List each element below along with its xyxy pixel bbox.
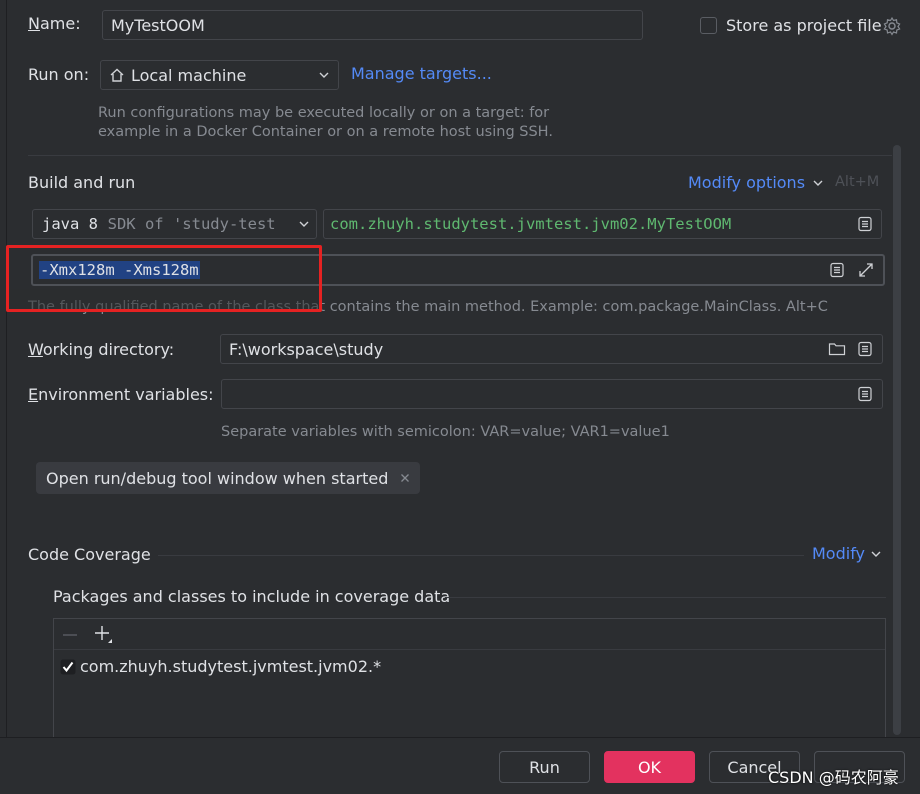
store-label: Store as project file <box>726 16 882 35</box>
highlight-overlay <box>9 289 319 309</box>
chevron-down-icon <box>813 180 823 186</box>
chevron-down-icon <box>871 551 881 557</box>
modify-options-label: Modify options <box>688 173 806 192</box>
run-hint-line-1: Run configurations may be executed local… <box>98 105 550 121</box>
coverage-modify-button[interactable]: Modify <box>812 544 882 563</box>
run-on-value: Local machine <box>131 65 247 85</box>
sdk-module-name: SDK of 'study-test <box>107 215 276 233</box>
modify-options-shortcut: Alt+M <box>835 174 880 190</box>
name-input-value: MyTestOOM <box>111 15 205 35</box>
chip-label: Open run/debug tool window when started <box>46 468 389 488</box>
coverage-list-panel: com.zhuyh.studytest.jvmtest.jvm02.* <box>53 618 886 742</box>
environment-variables-hint: Separate variables with semicolon: VAR=v… <box>221 424 670 440</box>
chevron-down-icon <box>319 72 329 78</box>
packages-label: Packages and classes to include in cover… <box>53 587 451 606</box>
build-and-run-title: Build and run <box>28 173 136 192</box>
watermark: CSDN @码农阿豪 <box>768 768 899 787</box>
run-on-dropdown[interactable]: Local machine <box>100 60 339 90</box>
environment-variables-mnemonic: E <box>28 385 39 404</box>
browse-list-icon[interactable] <box>857 216 873 232</box>
divider <box>28 155 892 156</box>
working-directory-text: orking directory: <box>42 340 175 359</box>
working-directory-input[interactable]: F:\workspace\study <box>220 334 883 364</box>
checkbox-checked-icon[interactable] <box>60 659 76 675</box>
chevron-down-icon <box>298 218 310 230</box>
left-panel-edge <box>0 0 7 740</box>
list-icon[interactable] <box>829 262 845 278</box>
run-hint-line-2: example in a Docker Container or on a re… <box>98 124 553 140</box>
coverage-modify-label: Modify <box>812 544 866 563</box>
ok-button[interactable]: OK <box>604 751 695 783</box>
sdk-java-version: java 8 <box>42 215 98 233</box>
environment-variables-label: Environment variables: <box>28 385 214 404</box>
coverage-divider <box>158 555 804 556</box>
environment-variables-text: nvironment variables: <box>38 385 214 404</box>
main-class-input[interactable]: com.zhuyh.studytest.jvmtest.jvm02.MyTest… <box>323 209 882 239</box>
remove-icon[interactable] <box>62 627 78 643</box>
close-icon[interactable] <box>400 473 410 483</box>
open-tool-window-chip[interactable]: Open run/debug tool window when started <box>36 462 421 494</box>
coverage-toolbar <box>54 619 885 650</box>
name-label: Name: <box>28 14 81 33</box>
modify-options-button[interactable]: Modify options <box>688 173 824 192</box>
working-directory-mnemonic: W <box>28 340 43 359</box>
working-directory-value: F:\workspace\study <box>229 339 384 359</box>
name-label-text: ame: <box>39 14 81 33</box>
environment-variables-input[interactable] <box>221 379 883 409</box>
sdk-dropdown[interactable]: java 8 SDK of 'study-test <box>32 209 317 239</box>
coverage-item-label: com.zhuyh.studytest.jvmtest.jvm02.* <box>80 657 382 676</box>
packages-divider <box>445 597 886 598</box>
run-button[interactable]: Run <box>499 751 590 783</box>
manage-targets-link[interactable]: Manage targets... <box>351 64 492 83</box>
scrollbar-thumb[interactable] <box>893 145 901 735</box>
working-directory-label: Working directory: <box>28 340 174 359</box>
store-checkbox[interactable] <box>700 17 717 34</box>
main-class-value: com.zhuyh.studytest.jvmtest.jvm02.MyTest… <box>330 215 732 233</box>
folder-icon[interactable] <box>828 341 846 357</box>
list-item[interactable]: com.zhuyh.studytest.jvmtest.jvm02.* <box>60 657 381 676</box>
expand-icon[interactable] <box>857 261 875 279</box>
name-label-mnemonic: N <box>28 14 40 33</box>
code-coverage-title: Code Coverage <box>28 545 151 564</box>
home-icon <box>110 68 124 82</box>
macro-list-icon[interactable] <box>857 341 873 357</box>
add-icon[interactable] <box>94 625 114 645</box>
edit-list-icon[interactable] <box>857 386 873 402</box>
run-on-label: Run on: <box>28 65 90 84</box>
gear-icon[interactable] <box>882 16 902 36</box>
name-input[interactable]: MyTestOOM <box>102 10 643 40</box>
